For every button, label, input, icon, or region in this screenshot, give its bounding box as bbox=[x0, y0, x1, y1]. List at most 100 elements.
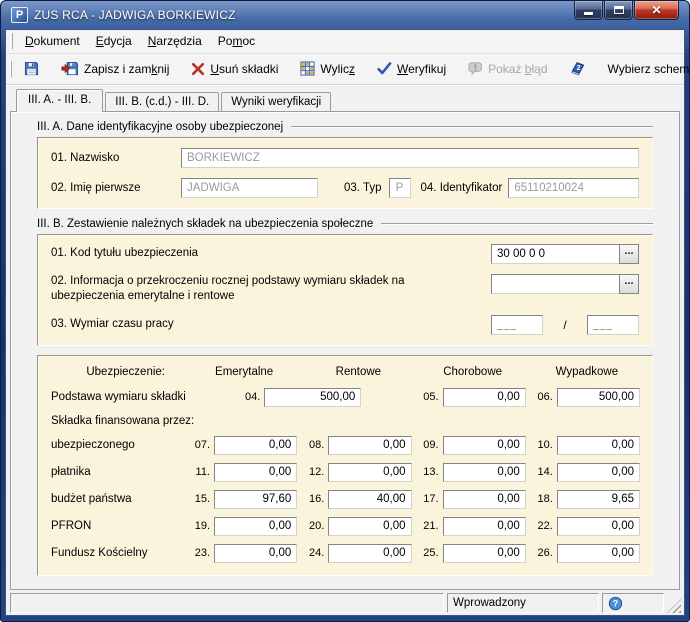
calculator-grid-icon bbox=[300, 61, 315, 76]
close-button[interactable]: ✕ bbox=[634, 1, 679, 20]
field-22[interactable]: 0,00 bbox=[556, 516, 640, 536]
menu-dokument[interactable]: Dokument bbox=[17, 31, 88, 51]
tab-page: III. A. Dane identyfikacyjne osoby ubezp… bbox=[10, 110, 680, 591]
informacja-field[interactable] bbox=[491, 273, 619, 294]
typ-field[interactable]: P bbox=[388, 177, 411, 198]
tab-iii-b-cd-iii-d[interactable]: III. B. (c.d.) - III. D. bbox=[105, 91, 220, 112]
table-row-platnika: płatnika 11. 0,00 12. 0,00 13. 0,00 14. 0,00 bbox=[51, 462, 640, 482]
field-21[interactable]: 0,00 bbox=[442, 516, 526, 536]
field-23[interactable]: 0,00 bbox=[214, 543, 298, 563]
field-number: 22. bbox=[537, 520, 553, 533]
wymiar-mianownik-field[interactable]: ___ bbox=[587, 314, 639, 335]
maximize-icon bbox=[613, 6, 624, 14]
column-header-emerytalne: Emerytalne bbox=[215, 365, 274, 378]
floppy-arrow-icon bbox=[61, 62, 78, 76]
base-cell-04: 04. 500,00 bbox=[191, 387, 412, 407]
choose-calculation-scheme-button[interactable]: Wybierz schemat wyliczeń bbox=[600, 57, 690, 81]
base-05-field[interactable]: 0,00 bbox=[442, 387, 526, 407]
help-icon[interactable]: ? bbox=[608, 596, 623, 611]
menu-bar: Dokument Edycja Narzędzia Pomoc bbox=[6, 30, 684, 54]
field-18[interactable]: 9,65 bbox=[556, 489, 640, 509]
wymiar-licznik-field[interactable]: ___ bbox=[491, 314, 543, 335]
imie-label: 02. Imię pierwsze bbox=[51, 181, 141, 194]
informacja-label: 02. Informacja o przekroczeniu rocznej p… bbox=[51, 274, 405, 303]
informacja-ellipsis-button[interactable]: ... bbox=[619, 273, 639, 294]
section-b-panel: 01. Kod tytułu ubezpieczenia 30 00 0 0 .… bbox=[37, 233, 653, 346]
maximize-button[interactable] bbox=[604, 1, 633, 20]
menu-narzedzia[interactable]: Narzędzia bbox=[140, 31, 210, 51]
nazwisko-field[interactable]: BORKIEWICZ bbox=[181, 147, 639, 168]
kod-tytulu-field[interactable]: 30 00 0 0 bbox=[491, 243, 619, 264]
calculation-scheme-book-button[interactable]: 2 bbox=[562, 56, 594, 81]
table-header-row: Ubezpieczenie: Emerytalne Rentowe Chorob… bbox=[51, 366, 640, 378]
field-number: 26. bbox=[537, 547, 553, 560]
verify-button[interactable]: Weryfikuj bbox=[369, 57, 454, 81]
window-title: ZUS RCA - JADWIGA BORKIEWICZ bbox=[34, 8, 236, 22]
field-10[interactable]: 0,00 bbox=[556, 435, 640, 455]
kod-tytulu-label: 01. Kod tytułu ubezpieczenia bbox=[51, 247, 199, 260]
field-number: 05. bbox=[423, 391, 439, 404]
field-number: 24. bbox=[308, 547, 325, 560]
field-number: 23. bbox=[194, 547, 210, 560]
field-number: 13. bbox=[423, 466, 439, 479]
field-number: 10. bbox=[537, 439, 553, 452]
table-row-pfron: PFRON 19. 0,00 20. 0,00 21. 0,00 22. 0,00 bbox=[51, 516, 640, 536]
menu-edycja[interactable]: Edycja bbox=[88, 31, 140, 51]
field-14[interactable]: 0,00 bbox=[556, 462, 640, 482]
section-a-panel: 01. Nazwisko BORKIEWICZ 02. Imię pierwsz… bbox=[37, 136, 653, 209]
field-16[interactable]: 40,00 bbox=[328, 489, 412, 509]
save-button[interactable] bbox=[16, 56, 47, 81]
field-13[interactable]: 0,00 bbox=[442, 462, 526, 482]
field-26[interactable]: 0,00 bbox=[556, 543, 640, 563]
field-number: 15. bbox=[194, 493, 210, 506]
field-15[interactable]: 97,60 bbox=[214, 489, 298, 509]
wymiar-separator: / bbox=[563, 317, 567, 332]
status-document-state: Wprowadzony bbox=[447, 593, 599, 613]
save-and-close-button[interactable]: Zapisz i zamknij bbox=[53, 56, 177, 81]
kod-tytulu-ellipsis-button[interactable]: ... bbox=[619, 243, 639, 264]
toolbar-grip[interactable] bbox=[10, 60, 12, 77]
field-number: 19. bbox=[194, 520, 210, 533]
resize-grip[interactable] bbox=[667, 599, 681, 613]
table-row-budzet-panstwa: budżet państwa 15. 97,60 16. 40,00 17. 0,00… bbox=[51, 489, 640, 509]
field-07[interactable]: 0,00 bbox=[214, 435, 298, 455]
base-row-label: Podstawa wymiaru składki bbox=[51, 391, 186, 404]
field-number: 21. bbox=[423, 520, 439, 533]
section-b-divider bbox=[381, 223, 653, 226]
field-24[interactable]: 0,00 bbox=[328, 543, 412, 563]
close-icon: ✕ bbox=[651, 3, 662, 17]
calculate-button[interactable]: Wylicz bbox=[292, 56, 363, 81]
window-controls: ✕ bbox=[574, 1, 683, 20]
field-08[interactable]: 0,00 bbox=[328, 435, 412, 455]
field-09[interactable]: 0,00 bbox=[442, 435, 526, 455]
base-04-field[interactable]: 500,00 bbox=[264, 387, 362, 407]
field-number: 06. bbox=[537, 391, 553, 404]
base-06-field[interactable]: 500,00 bbox=[556, 387, 640, 407]
field-19[interactable]: 0,00 bbox=[214, 516, 298, 536]
field-number: 07. bbox=[194, 439, 210, 452]
field-number: 11. bbox=[195, 466, 210, 479]
identyfikator-label: 04. Identyfikator bbox=[420, 181, 503, 194]
field-number: 08. bbox=[308, 439, 325, 452]
identyfikator-field[interactable]: 65110210024 bbox=[508, 177, 639, 198]
wymiar-czasu-label: 03. Wymiar czasu pracy bbox=[51, 318, 174, 331]
field-20[interactable]: 0,00 bbox=[328, 516, 412, 536]
field-12[interactable]: 0,00 bbox=[328, 462, 412, 482]
tab-iii-a-iii-b[interactable]: III. A. - III. B. bbox=[16, 88, 104, 112]
imie-field[interactable]: JADWIGA bbox=[181, 177, 318, 198]
field-25[interactable]: 0,00 bbox=[442, 543, 526, 563]
field-number: 20. bbox=[308, 520, 325, 533]
delete-contributions-button[interactable]: Usuń składki bbox=[183, 57, 286, 81]
minimize-button[interactable] bbox=[574, 1, 603, 20]
app-window: P ZUS RCA - JADWIGA BORKIEWICZ ✕ Dokumen… bbox=[0, 0, 690, 622]
status-panel-main bbox=[10, 593, 444, 613]
field-17[interactable]: 0,00 bbox=[442, 489, 526, 509]
tab-wyniki-weryfikacji[interactable]: Wyniki weryfikacji bbox=[221, 91, 332, 112]
kod-tytulu-combo: 30 00 0 0 ... bbox=[491, 243, 639, 264]
show-error-button: Pokaż błąd bbox=[460, 56, 555, 81]
client-area: Dokument Edycja Narzędzia Pomoc Zapisz i… bbox=[5, 29, 690, 616]
menu-pomoc[interactable]: Pomoc bbox=[210, 31, 263, 51]
menubar-grip[interactable] bbox=[10, 33, 13, 50]
field-11[interactable]: 0,00 bbox=[214, 462, 298, 482]
section-a-divider bbox=[291, 126, 653, 129]
